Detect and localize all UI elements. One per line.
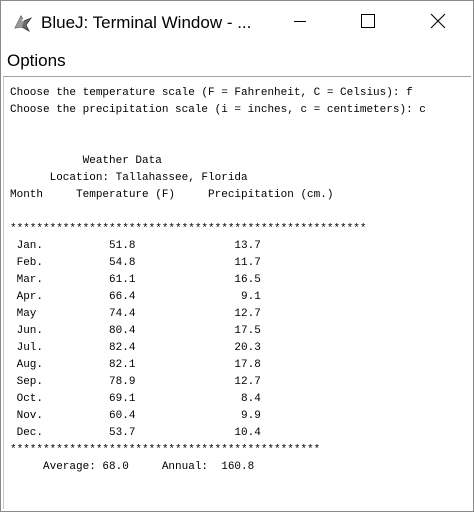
terminal-line: Average: 68.0 Annual: 160.8 <box>10 461 255 473</box>
terminal-line: Nov. 60.4 9.9 <box>10 410 261 422</box>
terminal-line: Jul. 82.4 20.3 <box>10 342 261 354</box>
menu-bar: Options <box>1 45 473 75</box>
maximize-icon <box>361 13 375 33</box>
terminal-line: May 74.4 12.7 <box>10 308 261 320</box>
window-title: BlueJ: Terminal Window - ... <box>41 13 252 32</box>
terminal-line: Choose the temperature scale (F = Fahren… <box>10 87 413 99</box>
terminal-line: Feb. 54.8 11.7 <box>10 257 261 269</box>
terminal-line: ****************************************… <box>10 444 321 456</box>
terminal-line: Location: Tallahassee, Florida <box>10 172 248 184</box>
terminal-line: Choose the precipitation scale (i = inch… <box>10 104 426 116</box>
close-icon <box>430 13 446 34</box>
terminal-window: BlueJ: Terminal Window - ... Options Cho… <box>0 0 474 512</box>
close-button[interactable] <box>415 1 461 45</box>
terminal-output-area[interactable]: Choose the temperature scale (F = Fahren… <box>3 76 471 509</box>
terminal-line: Weather Data <box>10 155 162 167</box>
menu-options[interactable]: Options <box>7 51 66 71</box>
terminal-output: Choose the temperature scale (F = Fahren… <box>4 77 471 476</box>
maximize-button[interactable] <box>345 1 391 45</box>
title-bar[interactable]: BlueJ: Terminal Window - ... <box>1 1 473 45</box>
terminal-line: Jun. 80.4 17.5 <box>10 325 261 337</box>
terminal-line: Oct. 69.1 8.4 <box>10 393 261 405</box>
terminal-line: Month Temperature (F) Precipitation (cm.… <box>10 189 334 201</box>
terminal-line: Sep. 78.9 12.7 <box>10 376 261 388</box>
terminal-line: ****************************************… <box>10 223 367 235</box>
terminal-line: Apr. 66.4 9.1 <box>10 291 261 303</box>
terminal-line: Dec. 53.7 10.4 <box>10 427 261 439</box>
minimize-button[interactable] <box>277 1 323 45</box>
bluej-bird-icon <box>12 12 34 34</box>
terminal-line: Jan. 51.8 13.7 <box>10 240 261 252</box>
terminal-line: Mar. 61.1 16.5 <box>10 274 261 286</box>
terminal-line: Aug. 82.1 17.8 <box>10 359 261 371</box>
minimize-icon <box>294 14 306 32</box>
